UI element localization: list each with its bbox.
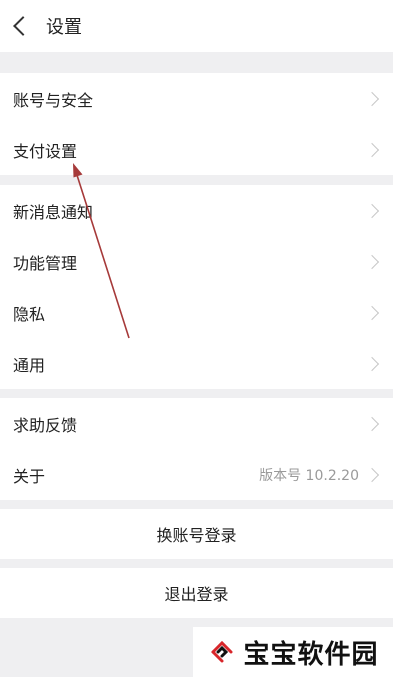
chevron-right-icon [369, 416, 379, 432]
chevron-right-icon [369, 254, 379, 270]
chevron-right-icon [369, 356, 379, 372]
settings-item-label: 支付设置 [13, 141, 78, 161]
header-bar: 设置 [0, 0, 393, 52]
settings-item-label: 新消息通知 [13, 202, 94, 222]
settings-group-help: 求助反馈 关于 版本号 10.2.20 [0, 398, 393, 500]
settings-item-payment[interactable]: 支付设置 [0, 124, 393, 175]
settings-item-label: 功能管理 [13, 253, 78, 273]
settings-item-account-security[interactable]: 账号与安全 [0, 73, 393, 124]
settings-item-label: 关于 [13, 466, 46, 486]
settings-item-features[interactable]: 功能管理 [0, 236, 393, 287]
logout-button[interactable]: 退出登录 [0, 568, 393, 618]
settings-group-general: 新消息通知 功能管理 隐私 通用 [0, 185, 393, 389]
watermark: 宝宝软件园 [193, 627, 393, 677]
watermark-text: 宝宝软件园 [243, 639, 379, 670]
settings-item-label: 通用 [13, 355, 46, 375]
version-text: 版本号 10.2.20 [259, 467, 359, 484]
settings-item-privacy[interactable]: 隐私 [0, 287, 393, 338]
chevron-right-icon [369, 203, 379, 219]
switch-account-button[interactable]: 换账号登录 [0, 509, 393, 559]
chevron-right-icon [369, 91, 379, 107]
back-arrow-icon[interactable] [0, 0, 38, 52]
chevron-right-icon [369, 142, 379, 158]
settings-item-notifications[interactable]: 新消息通知 [0, 185, 393, 236]
settings-item-about[interactable]: 关于 版本号 10.2.20 [0, 449, 393, 500]
settings-item-label: 账号与安全 [13, 90, 94, 110]
settings-item-label: 求助反馈 [13, 415, 78, 435]
settings-item-general[interactable]: 通用 [0, 338, 393, 389]
settings-group-account: 账号与安全 支付设置 [0, 73, 393, 175]
settings-item-feedback[interactable]: 求助反馈 [0, 398, 393, 449]
settings-item-label: 隐私 [13, 304, 46, 324]
chevron-right-icon [369, 305, 379, 321]
chevron-right-icon [369, 467, 379, 483]
page-title: 设置 [46, 17, 82, 38]
watermark-logo-icon [211, 640, 233, 663]
